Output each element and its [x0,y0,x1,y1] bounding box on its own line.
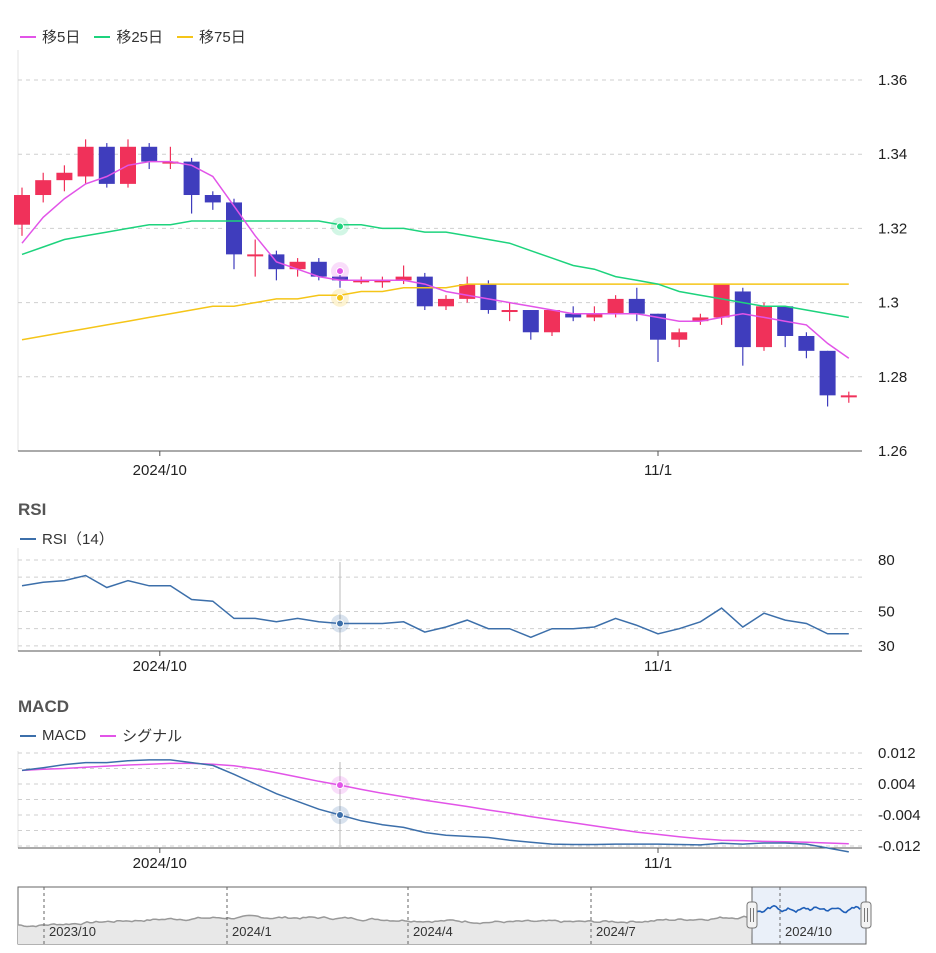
rsi-y-tick: 30 [878,638,895,655]
candle [226,198,242,270]
candle-body [289,261,306,270]
candle-body [247,254,264,257]
hover-point-ma75 [336,293,344,302]
navigator-label: 2024/4 [413,924,453,939]
candle-body [798,335,815,351]
candle-body [141,146,158,162]
candle-body [671,332,688,340]
candle [671,328,688,348]
candle-body [713,284,730,318]
candle-body [14,195,30,225]
candle-body [56,172,73,181]
signal-hover-point [336,781,344,790]
candle [247,239,264,277]
candle [438,295,454,311]
candle-body [544,310,560,333]
candle [162,146,179,170]
navigator-label: 2024/7 [596,924,636,939]
candle-body [501,310,518,313]
macd-y-tick: 0.004 [878,776,916,793]
price-x-tick: 11/1 [644,462,672,479]
candle [650,313,666,362]
candle [35,172,52,203]
candle-body [840,395,857,398]
candle [204,191,221,210]
candle-body [416,276,433,307]
rsi-y-tick: 50 [878,604,895,621]
hover-point-ma25 [336,222,344,231]
rsi-y-tick: 80 [878,552,895,569]
candle [56,165,73,192]
candle-body [522,310,539,333]
price-y-tick: 1.28 [878,369,907,386]
candle [819,350,836,407]
candle [480,280,497,314]
candle [840,391,857,403]
candle-body [734,291,751,348]
macd-line [21,759,849,853]
rsi-hover-point [336,619,344,628]
candle [459,276,476,303]
candle-body [480,284,497,311]
candle [798,332,815,359]
macd-y-tick: 0.012 [878,745,916,762]
candle [522,310,539,340]
stock-chart[interactable]: 1.36 1.34 1.32 1.3 1.28 1.26 2024/10 11/1 80 50 30… [0,0,936,953]
price-y-tick: 1.26 [878,443,907,460]
macd-hover-point [336,811,344,820]
candle [777,306,794,348]
signal-line [21,762,849,845]
candle-body [204,195,221,203]
candle [77,139,94,184]
macd-x-tick: 11/1 [644,855,672,872]
candle-body [438,298,454,307]
rsi-line [21,574,849,639]
navigator-label: 2024/10 [785,924,832,939]
navigator-right-handle[interactable] [860,901,872,929]
navigator-left-handle[interactable] [746,901,758,929]
candle [416,272,433,311]
hover-point-ma5 [336,267,344,276]
ma5-line [21,160,850,359]
candle-body [226,202,242,255]
price-y-tick: 1.34 [878,146,907,163]
candle [501,302,518,322]
candle [756,302,772,351]
price-x-tick: 2024/10 [133,462,187,479]
candle [120,139,136,188]
candle-body [183,161,200,196]
candle-body [819,350,836,396]
candle [734,287,751,366]
candle [141,143,158,170]
candle-body [607,298,624,314]
candle-body [756,306,772,348]
candle-body [35,180,52,196]
rsi-x-tick: 2024/10 [133,658,187,675]
navigator-label: 2023/10 [49,924,96,939]
navigator-label: 2024/1 [232,924,272,939]
price-y-tick: 1.32 [878,220,907,237]
macd-y-tick: -0.012 [878,838,921,855]
candle [98,143,115,188]
macd-x-tick: 2024/10 [133,855,187,872]
candle-body [77,146,94,177]
macd-y-tick: -0.004 [878,807,921,824]
candle-body [628,298,645,314]
candle [374,276,391,288]
candle [628,287,645,322]
candle [544,310,560,336]
navigator: 2023/10 2024/1 2024/4 2024/7 2024/10 [17,886,872,945]
candle [183,157,200,214]
candle [692,313,709,325]
rsi-x-tick: 11/1 [644,658,672,675]
price-y-tick: 1.3 [878,295,899,312]
price-y-tick: 1.36 [878,72,907,89]
